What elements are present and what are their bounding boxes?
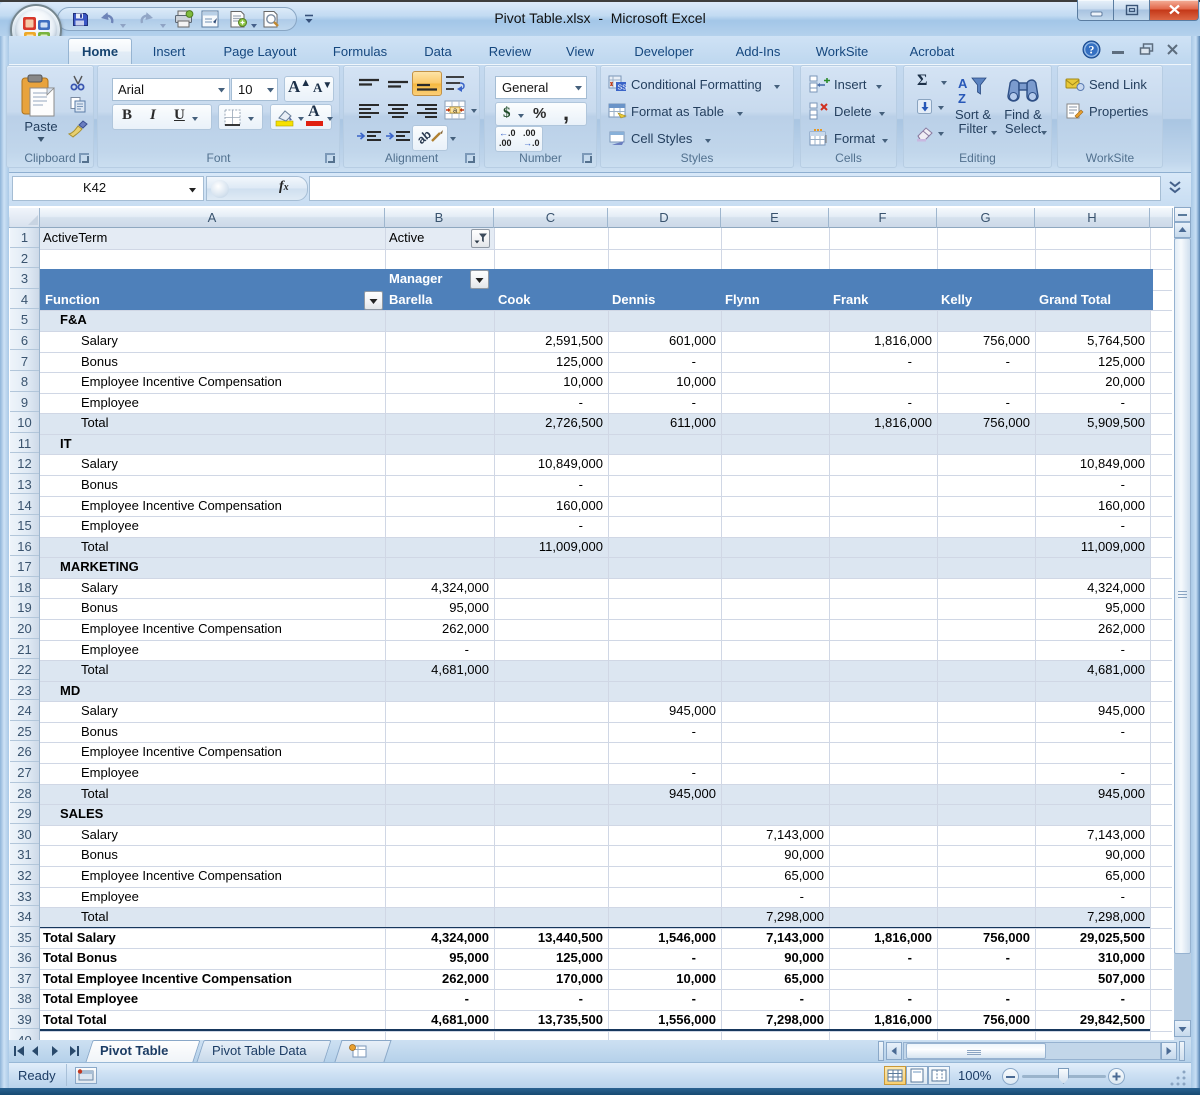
svg-text:SS: SS	[618, 85, 628, 92]
svg-text:Z: Z	[958, 91, 966, 106]
svg-text:?: ?	[1089, 45, 1095, 57]
svg-text:A: A	[958, 76, 968, 91]
